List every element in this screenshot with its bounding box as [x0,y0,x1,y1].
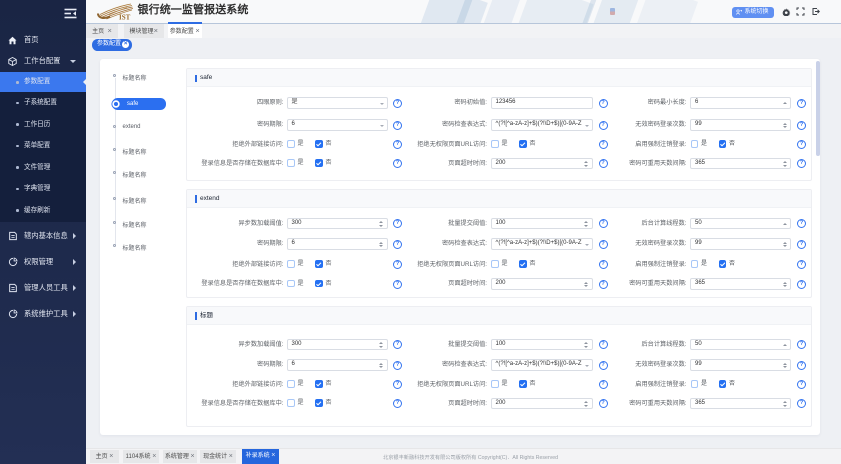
svg-text:IST: IST [119,14,131,21]
